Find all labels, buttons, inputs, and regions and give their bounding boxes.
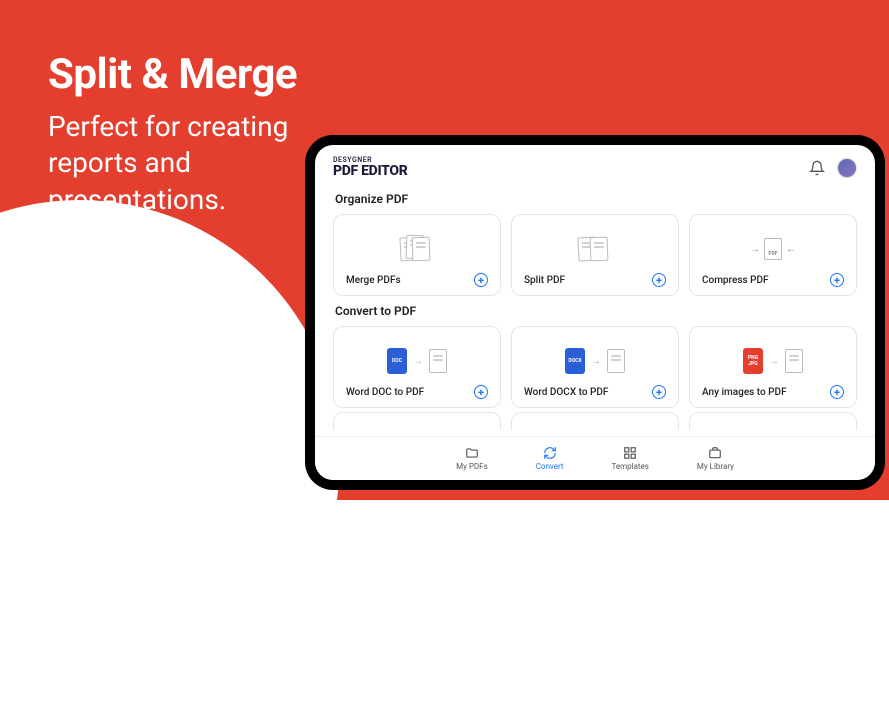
doc-badge-icon: DOC [387, 348, 407, 374]
plus-icon [830, 385, 844, 399]
card-split-pdf[interactable]: Split PDF [511, 214, 679, 296]
docx-badge-icon: DOCX [565, 348, 585, 374]
header-actions [809, 158, 857, 178]
doc-mini-icon [429, 349, 447, 373]
section-title-organize: Organize PDF [335, 192, 857, 206]
nav-label: My Library [697, 462, 734, 471]
doc-mini-icon [785, 349, 803, 373]
card-word-doc-to-pdf[interactable]: DOC → Word DOC to PDF [333, 326, 501, 408]
card-label: Word DOCX to PDF [524, 387, 608, 398]
docx-convert-icon: DOCX → [524, 337, 666, 385]
hero-title: Split & Merge [48, 50, 297, 99]
bottom-nav: My PDFs Convert Templates My Library [315, 436, 875, 480]
nav-convert[interactable]: Convert [536, 446, 564, 471]
arrow-icon: → [591, 356, 601, 367]
nav-label: My PDFs [456, 462, 488, 471]
card-label: Compress PDF [702, 275, 769, 286]
organize-row: Merge PDFs Split PDF [333, 214, 857, 296]
plus-icon [474, 385, 488, 399]
app-screen: DESYGNER PDF EDITOR Organize PDF [315, 145, 875, 480]
templates-icon [622, 446, 638, 460]
card-partial[interactable] [511, 412, 679, 430]
section-title-convert: Convert to PDF [335, 304, 857, 318]
plus-icon [652, 273, 666, 287]
doc-mini-icon [607, 349, 625, 373]
image-badge-icon: PNG JPG [743, 348, 763, 374]
images-convert-icon: PNG JPG → [702, 337, 844, 385]
hero-text: Split & Merge Perfect for creating repor… [48, 50, 297, 218]
convert-icon [542, 446, 558, 460]
card-images-to-pdf[interactable]: PNG JPG → Any images to PDF [689, 326, 857, 408]
plus-icon [474, 273, 488, 287]
merge-icon [346, 225, 488, 273]
pdf-file-icon: PDF [764, 238, 782, 260]
arrow-right-icon: ← [786, 244, 796, 255]
app-header: DESYGNER PDF EDITOR [315, 145, 875, 184]
brand-big: PDF EDITOR [333, 164, 407, 178]
card-partial[interactable] [689, 412, 857, 430]
nav-templates[interactable]: Templates [611, 446, 648, 471]
card-merge-pdfs[interactable]: Merge PDFs [333, 214, 501, 296]
card-word-docx-to-pdf[interactable]: DOCX → Word DOCX to PDF [511, 326, 679, 408]
brand: DESYGNER PDF EDITOR [333, 157, 407, 178]
card-label: Any images to PDF [702, 387, 787, 398]
hero-subtitle: Perfect for creating reports and present… [48, 109, 297, 218]
folder-icon [464, 446, 480, 460]
nav-label: Templates [611, 462, 648, 471]
doc-convert-icon: DOC → [346, 337, 488, 385]
nav-my-pdfs[interactable]: My PDFs [456, 446, 488, 471]
nav-my-library[interactable]: My Library [697, 446, 734, 471]
arrow-left-icon: → [750, 244, 760, 255]
convert-row: DOC → Word DOC to PDF DOCX → [333, 326, 857, 408]
nav-label: Convert [536, 462, 564, 471]
arrow-icon: → [769, 356, 779, 367]
bell-icon[interactable] [809, 160, 825, 176]
card-compress-pdf[interactable]: → PDF ← Compress PDF [689, 214, 857, 296]
compress-icon: → PDF ← [702, 225, 844, 273]
card-label: Word DOC to PDF [346, 387, 424, 398]
partial-row [333, 412, 857, 430]
tablet-frame: DESYGNER PDF EDITOR Organize PDF [305, 135, 885, 490]
library-icon [707, 446, 723, 460]
card-label: Merge PDFs [346, 275, 401, 286]
card-label: Split PDF [524, 275, 565, 286]
plus-icon [652, 385, 666, 399]
card-partial[interactable] [333, 412, 501, 430]
content: Organize PDF Merge PDFs [315, 184, 875, 436]
arrow-icon: → [413, 356, 423, 367]
plus-icon [830, 273, 844, 287]
split-icon [524, 225, 666, 273]
avatar[interactable] [837, 158, 857, 178]
